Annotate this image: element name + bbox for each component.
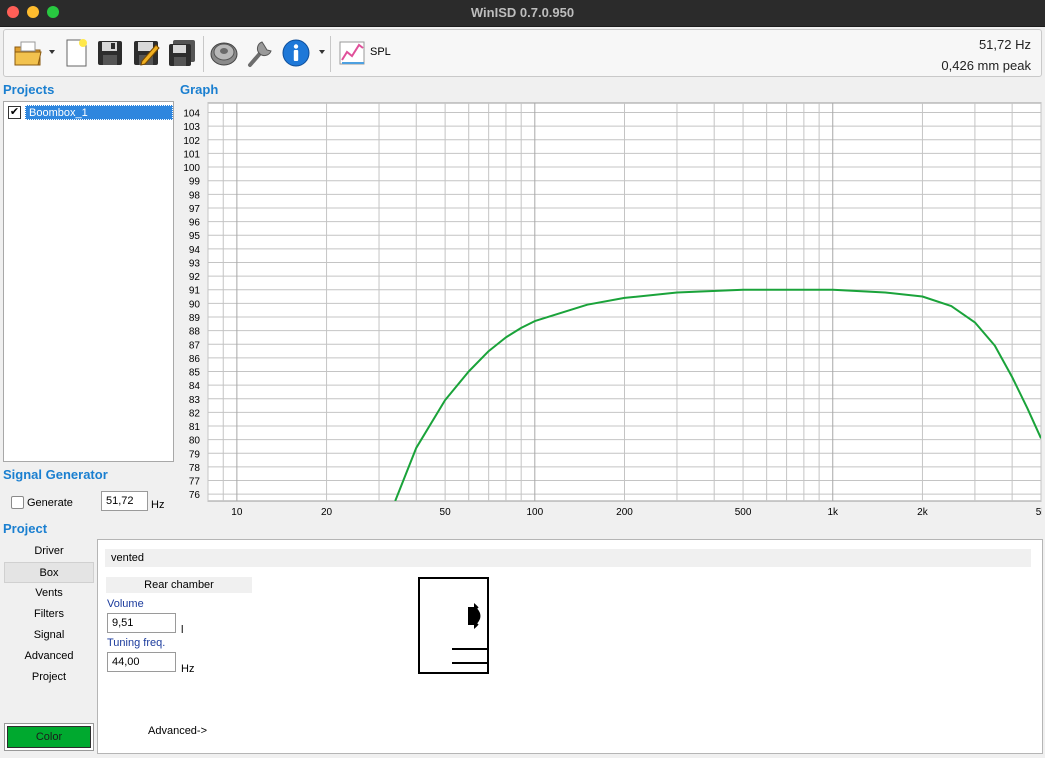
y-tick-label: 80 bbox=[189, 436, 201, 447]
tools-icon[interactable] bbox=[244, 36, 276, 70]
y-tick-label: 79 bbox=[189, 449, 201, 460]
open-dropdown-arrow[interactable] bbox=[49, 50, 55, 54]
color-button[interactable]: Color bbox=[4, 723, 94, 751]
signal-generator-heading: Signal Generator bbox=[3, 467, 108, 482]
project-heading: Project bbox=[3, 521, 48, 536]
toolbar: SPL 51,72 Hz 0,426 mm peak bbox=[3, 29, 1042, 77]
y-tick-label: 92 bbox=[189, 272, 201, 283]
status-excursion: 0,426 mm peak bbox=[941, 58, 1031, 73]
info-dropdown-arrow[interactable] bbox=[319, 50, 325, 54]
nav-box[interactable]: Box bbox=[4, 562, 94, 583]
generator-frequency-input[interactable]: 51,72 bbox=[101, 491, 148, 511]
y-tick-label: 89 bbox=[189, 313, 201, 324]
generate-checkbox[interactable] bbox=[11, 496, 24, 509]
y-tick-label: 77 bbox=[189, 477, 201, 488]
volume-label: Volume bbox=[107, 598, 144, 610]
toolbar-separator bbox=[203, 36, 204, 72]
info-icon[interactable] bbox=[280, 36, 312, 70]
box-type-selector[interactable]: vented bbox=[105, 549, 1031, 567]
advanced-link[interactable]: Advanced-> bbox=[148, 725, 207, 737]
y-tick-label: 104 bbox=[183, 109, 200, 120]
nav-vents[interactable]: Vents bbox=[4, 583, 94, 604]
y-tick-label: 99 bbox=[189, 177, 201, 188]
tuning-frequency-label: Tuning freq. bbox=[107, 637, 166, 649]
nav-driver[interactable]: Driver bbox=[4, 541, 94, 562]
projects-heading: Projects bbox=[3, 82, 55, 97]
tuning-frequency-unit: Hz bbox=[181, 663, 195, 675]
status-frequency: 51,72 Hz bbox=[978, 37, 1031, 52]
new-document-icon[interactable] bbox=[60, 36, 92, 70]
save-as-icon[interactable] bbox=[130, 36, 162, 70]
spl-graph[interactable]: 76 77 78 79 80 81 82 83 84 85 86 87 88 89 90 91 92 93 94 95… bbox=[178, 101, 1045, 521]
save-icon[interactable] bbox=[94, 36, 126, 70]
tuning-frequency-input[interactable]: 44,00 bbox=[107, 652, 176, 672]
y-tick-label: 83 bbox=[189, 395, 201, 406]
generate-label[interactable]: Generate bbox=[27, 497, 73, 509]
y-tick-label: 93 bbox=[189, 258, 201, 269]
x-tick-label: 20 bbox=[321, 507, 333, 518]
spl-graph-icon[interactable] bbox=[336, 36, 368, 70]
y-tick-label: 94 bbox=[189, 245, 201, 256]
x-tick-label: 5k bbox=[1036, 507, 1042, 518]
save-all-icon[interactable] bbox=[166, 36, 198, 70]
color-swatch: Color bbox=[7, 726, 91, 748]
y-tick-label: 85 bbox=[189, 368, 201, 379]
nav-filters[interactable]: Filters bbox=[4, 604, 94, 625]
nav-signal[interactable]: Signal bbox=[4, 625, 94, 646]
y-tick-label: 84 bbox=[189, 381, 201, 392]
y-tick-label: 87 bbox=[189, 340, 201, 351]
y-tick-label: 95 bbox=[189, 231, 201, 242]
project-visible-checkbox[interactable]: ✔ bbox=[8, 106, 21, 119]
rear-chamber-header: Rear chamber bbox=[106, 577, 252, 593]
open-folder-icon[interactable] bbox=[12, 36, 44, 70]
project-name[interactable]: Boombox_1 bbox=[25, 105, 173, 120]
y-tick-label: 90 bbox=[189, 299, 201, 310]
y-tick-label: 102 bbox=[183, 136, 200, 147]
graph-heading: Graph bbox=[180, 82, 219, 97]
toolbar-separator bbox=[330, 36, 331, 72]
generator-frequency-unit: Hz bbox=[151, 499, 165, 511]
nav-project[interactable]: Project bbox=[4, 667, 94, 688]
y-tick-label: 96 bbox=[189, 218, 201, 229]
x-tick-label: 100 bbox=[526, 507, 543, 518]
y-tick-label: 101 bbox=[183, 149, 200, 160]
project-nav: Driver Box Vents Filters Signal Advanced… bbox=[4, 541, 94, 688]
x-tick-label: 2k bbox=[917, 507, 929, 518]
spl-label[interactable]: SPL bbox=[370, 46, 391, 58]
y-tick-label: 103 bbox=[183, 122, 200, 133]
y-tick-label: 78 bbox=[189, 463, 201, 474]
y-tick-label: 86 bbox=[189, 354, 201, 365]
x-tick-label: 50 bbox=[440, 507, 452, 518]
volume-unit: l bbox=[181, 624, 184, 636]
driver-icon[interactable] bbox=[208, 36, 240, 70]
title-bar: WinISD 0.7.0.950 bbox=[0, 0, 1045, 27]
box-panel: vented Rear chamber Volume 9,51 l Tuning… bbox=[97, 539, 1043, 754]
y-tick-label: 82 bbox=[189, 408, 201, 419]
window-title: WinISD 0.7.0.950 bbox=[470, 5, 575, 20]
spl-chart[interactable]: 76 77 78 79 80 81 82 83 84 85 86 87 88 89 90 91 92 93 94 95… bbox=[178, 101, 1045, 521]
x-tick-label: 10 bbox=[231, 507, 243, 518]
nav-advanced[interactable]: Advanced bbox=[4, 646, 94, 667]
volume-input[interactable]: 9,51 bbox=[107, 613, 176, 633]
y-tick-label: 98 bbox=[189, 190, 201, 201]
y-tick-label: 81 bbox=[189, 422, 201, 433]
vented-box-diagram bbox=[418, 577, 490, 678]
y-tick-label: 97 bbox=[189, 204, 201, 215]
y-tick-label: 88 bbox=[189, 327, 201, 338]
x-tick-label: 200 bbox=[616, 507, 633, 518]
y-tick-label: 76 bbox=[189, 490, 201, 501]
y-tick-label: 100 bbox=[183, 163, 200, 174]
project-list[interactable]: ✔ Boombox_1 bbox=[3, 101, 174, 462]
y-tick-label: 91 bbox=[189, 286, 201, 297]
x-tick-label: 500 bbox=[735, 507, 752, 518]
x-tick-label: 1k bbox=[827, 507, 839, 518]
project-list-item[interactable]: ✔ Boombox_1 bbox=[7, 105, 173, 120]
